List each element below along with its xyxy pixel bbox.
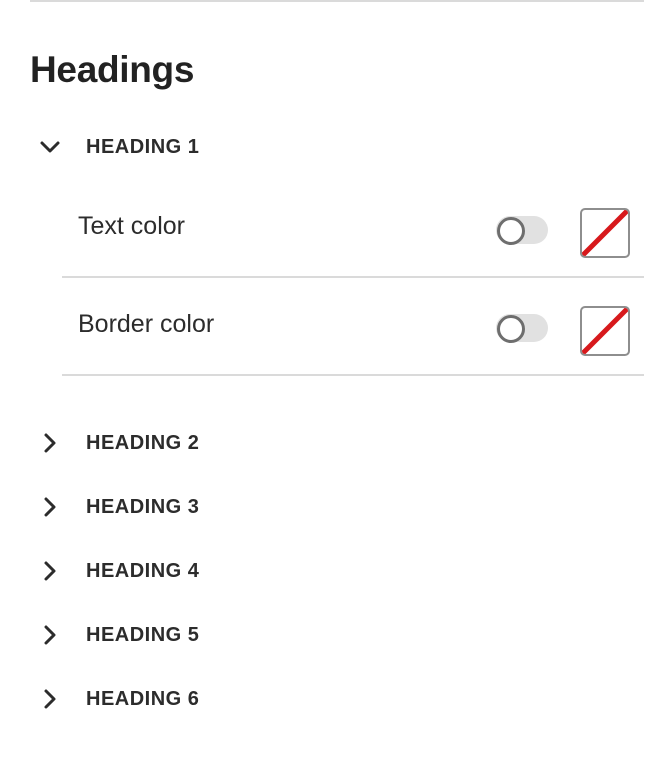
chevron-right-icon bbox=[30, 487, 70, 527]
chevron-right-icon bbox=[30, 679, 70, 719]
border-color-toggle[interactable] bbox=[496, 314, 548, 343]
accordion-heading-3[interactable]: HEADING 3 bbox=[30, 487, 199, 527]
border-color-label: Border color bbox=[78, 310, 215, 338]
accordion-heading-6[interactable]: HEADING 6 bbox=[30, 679, 199, 719]
chevron-right-icon bbox=[30, 423, 70, 463]
accordion-heading-1-label: HEADING 1 bbox=[86, 135, 200, 158]
border-color-swatch[interactable] bbox=[580, 306, 630, 356]
accordion-heading-4[interactable]: HEADING 4 bbox=[30, 551, 199, 591]
text-color-swatch[interactable] bbox=[580, 208, 630, 258]
top-divider bbox=[30, 0, 644, 2]
chevron-down-icon bbox=[30, 127, 70, 167]
no-color-icon bbox=[582, 210, 628, 256]
accordion-heading-5[interactable]: HEADING 5 bbox=[30, 615, 199, 655]
accordion-heading-3-label: HEADING 3 bbox=[86, 495, 200, 518]
border-color-row: Border color bbox=[62, 278, 644, 376]
accordion-heading-4-label: HEADING 4 bbox=[86, 559, 200, 582]
text-color-row: Text color bbox=[62, 180, 644, 278]
accordion-heading-1[interactable]: HEADING 1 bbox=[30, 127, 199, 167]
chevron-right-icon bbox=[30, 615, 70, 655]
accordion-heading-5-label: HEADING 5 bbox=[86, 623, 200, 646]
chevron-right-icon bbox=[30, 551, 70, 591]
no-color-icon bbox=[582, 308, 628, 354]
toggle-knob bbox=[497, 315, 525, 343]
accordion-heading-6-label: HEADING 6 bbox=[86, 687, 200, 710]
toggle-knob bbox=[497, 217, 525, 245]
section-title: Headings bbox=[30, 49, 195, 90]
text-color-label: Text color bbox=[78, 212, 185, 240]
accordion-heading-2[interactable]: HEADING 2 bbox=[30, 423, 199, 463]
text-color-toggle[interactable] bbox=[496, 216, 548, 245]
accordion-heading-2-label: HEADING 2 bbox=[86, 431, 200, 454]
